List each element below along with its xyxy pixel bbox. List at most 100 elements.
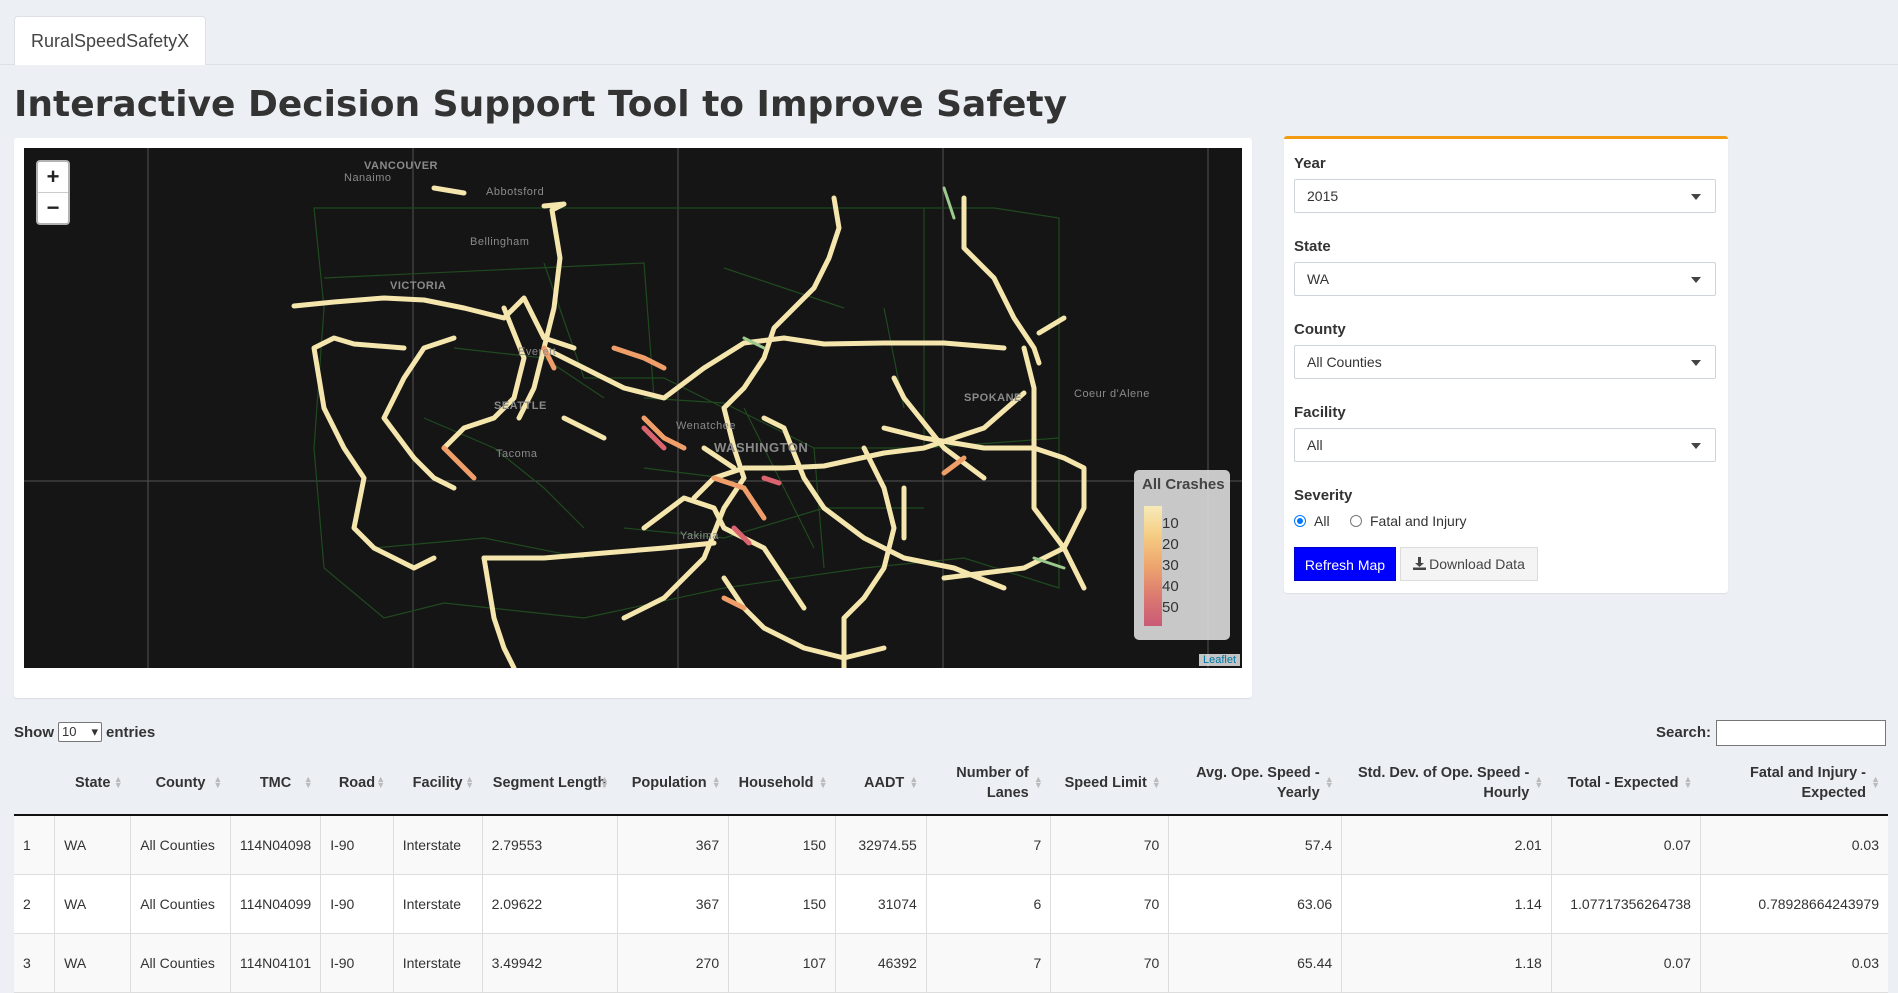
leaflet-attribution-link[interactable]: Leaflet: [1198, 654, 1240, 666]
year-select[interactable]: 2015: [1294, 179, 1716, 213]
cell-lanes: 7: [926, 933, 1052, 993]
map-box: VANCOUVER Nanaimo Abbotsford Bellingham …: [14, 138, 1252, 698]
sort-icon: ▲ ▼: [1871, 774, 1880, 790]
data-table: State ▲ ▼ County ▲ ▼ TMC ▲ ▼ Road ▲ ▼ Facility ▲ ▼…: [14, 752, 1888, 993]
map-label-yakima: Yakima: [680, 530, 719, 542]
map-label-vancouver: VANCOUVER: [364, 160, 438, 172]
zoom-out-button[interactable]: −: [38, 192, 68, 223]
cell-road: I-90: [320, 815, 394, 875]
cell-index: 1: [14, 815, 56, 875]
column-header-aadt[interactable]: AADT ▲ ▼: [835, 752, 927, 816]
cell-facility: Interstate: [393, 815, 483, 875]
sort-icon: ▲ ▼: [113, 774, 123, 790]
column-header-state[interactable]: State ▲ ▼: [54, 752, 131, 816]
cell-facility: Interstate: [393, 933, 483, 993]
severity-radio-all[interactable]: All: [1294, 513, 1330, 529]
cell-segment-length: 3.49942: [482, 933, 618, 993]
cell-aadt: 32974.55: [835, 815, 927, 875]
sort-icon: ▲ ▼: [600, 774, 610, 790]
refresh-map-button[interactable]: Refresh Map: [1294, 547, 1396, 581]
cell-speed-limit: 70: [1050, 933, 1170, 993]
legend-tick: 10: [1162, 515, 1179, 532]
cell-avg-speed: 57.4: [1168, 815, 1343, 875]
facility-label: Facility: [1294, 404, 1346, 421]
sort-icon: ▲ ▼: [711, 774, 721, 790]
search-input[interactable]: [1716, 720, 1886, 746]
column-header-fatal-injury-expected[interactable]: Fatal and Injury - Expected ▲ ▼: [1700, 752, 1888, 816]
sort-icon: ▲ ▼: [818, 774, 828, 790]
cell-facility: Interstate: [393, 874, 483, 934]
cell-total-expected: 1.07717356264738: [1551, 874, 1701, 934]
cell-index: 2: [14, 874, 56, 934]
zoom-in-button[interactable]: +: [38, 162, 68, 192]
map-label-tacoma: Tacoma: [496, 448, 538, 460]
table-row[interactable]: 2 WA All Counties 114N04099 I-90 Interst…: [14, 874, 1888, 934]
cell-state: WA: [54, 933, 132, 993]
sort-icon: ▲ ▼: [303, 774, 313, 790]
column-header-population[interactable]: Population ▲ ▼: [617, 752, 729, 816]
table-row[interactable]: 3 WA All Counties 114N04101 I-90 Interst…: [14, 933, 1888, 993]
column-header-road[interactable]: Road ▲ ▼: [320, 752, 394, 816]
cell-tmc: 114N04101: [230, 933, 322, 993]
column-header-household[interactable]: Household ▲ ▼: [728, 752, 836, 816]
cell-fatal-injury-expected: 0.03: [1700, 815, 1888, 875]
map-label-washington: WASHINGTON: [714, 440, 809, 455]
column-header-total-expected[interactable]: Total - Expected ▲ ▼: [1551, 752, 1701, 816]
state-value: WA: [1307, 271, 1330, 287]
crash-legend: All Crashes 10 20 30 40 50: [1134, 470, 1230, 640]
entries-select[interactable]: 10: [58, 722, 102, 742]
table-row[interactable]: 1 WA All Counties 114N04098 I-90 Interst…: [14, 815, 1888, 875]
radio-selected-icon: [1294, 515, 1306, 527]
entries-label: entries: [106, 723, 156, 741]
sort-icon: ▲ ▼: [1033, 774, 1043, 790]
filter-panel: Year 2015 State WA County All Counties F…: [1284, 136, 1728, 593]
legend-color-ramp: [1144, 506, 1162, 626]
cell-fatal-injury-expected: 0.78928664243979: [1700, 874, 1888, 934]
cell-state: WA: [54, 874, 132, 934]
cell-aadt: 31074: [835, 874, 927, 934]
column-header-county[interactable]: County ▲ ▼: [130, 752, 231, 816]
column-header-speed-limit[interactable]: Speed Limit ▲ ▼: [1050, 752, 1169, 816]
county-select[interactable]: All Counties: [1294, 345, 1716, 379]
state-select[interactable]: WA: [1294, 262, 1716, 296]
column-header-facility[interactable]: Facility ▲ ▼: [393, 752, 483, 816]
map-label-everett: Everett: [518, 346, 557, 358]
chevron-down-icon: [1691, 360, 1701, 366]
cell-segment-length: 2.79553: [482, 815, 618, 875]
legend-tick: 20: [1162, 536, 1179, 553]
map-label-spokane: SPOKANE: [964, 392, 1022, 404]
column-header-std-dev-speed[interactable]: Std. Dev. of Ope. Speed - Hourly ▲ ▼: [1341, 752, 1552, 816]
download-data-button[interactable]: Download Data: [1400, 547, 1538, 581]
cell-avg-speed: 65.44: [1168, 933, 1343, 993]
severity-option-label: Fatal and Injury: [1370, 513, 1467, 529]
chevron-down-icon: [1691, 194, 1701, 200]
legend-tick: 50: [1162, 599, 1179, 616]
county-label: County: [1294, 321, 1346, 338]
facility-select[interactable]: All: [1294, 428, 1716, 462]
cell-road: I-90: [320, 933, 394, 993]
crash-map[interactable]: VANCOUVER Nanaimo Abbotsford Bellingham …: [24, 148, 1242, 668]
map-label-nanaimo: Nanaimo: [344, 172, 392, 184]
column-header-avg-speed[interactable]: Avg. Ope. Speed - Yearly ▲ ▼: [1168, 752, 1342, 816]
cell-index: 3: [14, 933, 56, 993]
chevron-down-icon: [1691, 443, 1701, 449]
map-label-wenatchee: Wenatchee: [676, 420, 736, 432]
column-header-number-of-lanes[interactable]: Number of Lanes ▲ ▼: [926, 752, 1051, 816]
tab-ruralspeedsafetyx[interactable]: RuralSpeedSafetyX: [14, 16, 207, 65]
table-header-row: State ▲ ▼ County ▲ ▼ TMC ▲ ▼ Road ▲ ▼ Facility ▲ ▼…: [14, 752, 1888, 816]
cell-population: 367: [617, 874, 730, 934]
column-header-segment-length[interactable]: Segment Length ▲ ▼: [482, 752, 618, 816]
map-label-bellingham: Bellingham: [470, 236, 530, 248]
severity-radio-fatal-injury[interactable]: Fatal and Injury: [1350, 513, 1467, 529]
cell-population: 270: [617, 933, 730, 993]
cell-county: All Counties: [130, 874, 231, 934]
cell-aadt: 46392: [835, 933, 927, 993]
year-label: Year: [1294, 155, 1326, 172]
sort-icon: ▲ ▼: [465, 774, 475, 790]
cell-county: All Counties: [130, 815, 231, 875]
cell-lanes: 7: [926, 815, 1052, 875]
column-header-tmc[interactable]: TMC ▲ ▼: [230, 752, 321, 816]
sort-icon: ▲ ▼: [1151, 774, 1161, 790]
severity-option-label: All: [1314, 513, 1330, 529]
facility-value: All: [1307, 437, 1323, 453]
